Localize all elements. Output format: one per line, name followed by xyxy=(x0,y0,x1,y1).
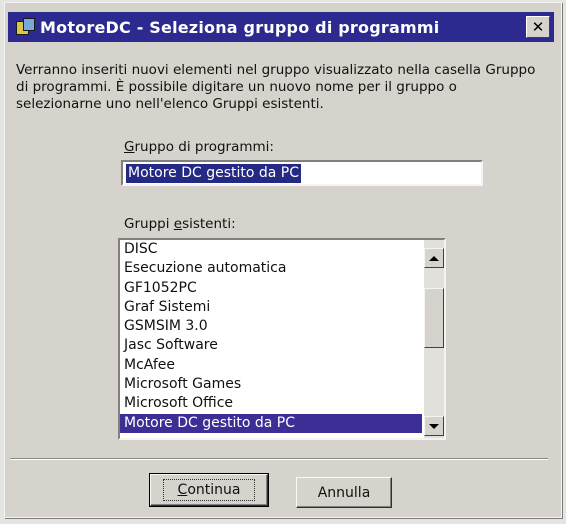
list-item[interactable]: Graf Sistemi xyxy=(120,298,422,317)
program-group-input[interactable]: Motore DC gestito da PC xyxy=(121,160,483,186)
list-item[interactable]: GF1052PC xyxy=(120,279,422,298)
cancel-button[interactable]: Annulla xyxy=(296,477,392,508)
list-item[interactable]: Jasc Software xyxy=(120,336,422,355)
existing-groups-list[interactable]: DISC Esecuzione automatica GF1052PC Graf Si… xyxy=(118,238,446,440)
close-icon: ✕ xyxy=(531,17,545,36)
existing-groups-label: Gruppi esistenti: xyxy=(124,216,236,232)
arrow-down-icon xyxy=(429,423,439,429)
list-item[interactable]: GSMSIM 3.0 xyxy=(120,317,422,336)
list-item[interactable]: Microsoft Games xyxy=(120,375,422,394)
scroll-thumb[interactable] xyxy=(424,288,444,348)
list-item[interactable]: Esecuzione automatica xyxy=(120,259,422,278)
title-bar[interactable]: MotoreDC - Seleziona gruppo di programmi… xyxy=(8,12,554,42)
scroll-up-button[interactable] xyxy=(424,248,444,268)
continue-button[interactable]: Continua xyxy=(149,473,269,507)
cancel-button-label: Annulla xyxy=(317,484,371,501)
list-items-container: DISC Esecuzione automatica GF1052PC Graf Si… xyxy=(120,240,422,438)
window-title: MotoreDC - Seleziona gruppo di programmi xyxy=(40,17,440,37)
separator-line xyxy=(10,458,548,460)
scroll-down-button[interactable] xyxy=(424,416,444,436)
list-item[interactable]: McAfee xyxy=(120,356,422,375)
close-button[interactable]: ✕ xyxy=(526,16,550,38)
description-text: Verranno inseriti nuovi elementi nel gru… xyxy=(16,62,536,112)
list-item[interactable]: Motore DC gestito da PC xyxy=(120,413,422,433)
list-scrollbar[interactable] xyxy=(424,240,444,438)
list-item[interactable]: Microsoft Office xyxy=(120,394,422,413)
continue-button-label: Continua xyxy=(162,479,256,501)
program-group-icon xyxy=(16,18,35,36)
arrow-up-icon xyxy=(429,255,439,261)
program-group-input-value: Motore DC gestito da PC xyxy=(126,163,302,183)
list-item[interactable]: DISC xyxy=(120,240,422,259)
program-group-label: Gruppo di programmi: xyxy=(124,139,274,155)
